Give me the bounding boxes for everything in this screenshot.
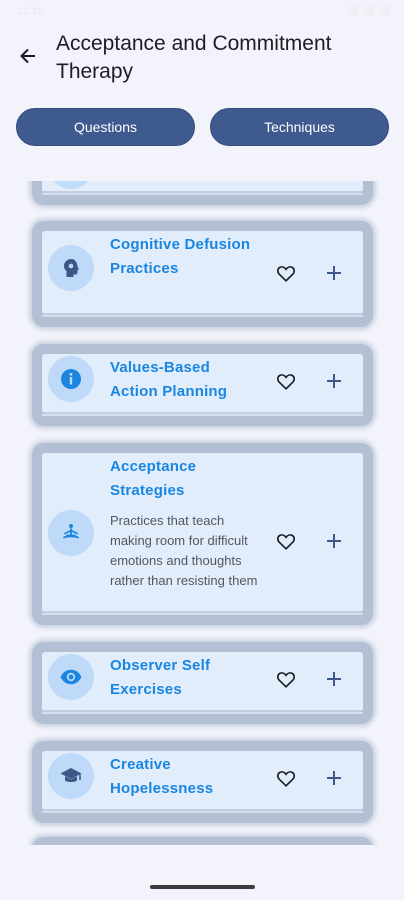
favorite-button[interactable] [272, 367, 300, 395]
segment-tabs: Questions Techniques [16, 108, 389, 146]
battery-icon [380, 6, 390, 16]
heart-outline-icon [276, 771, 296, 787]
item-title: Acceptance Strategies [110, 458, 197, 499]
page-title: Acceptance and Commitment Therapy [56, 32, 332, 83]
add-button[interactable] [320, 764, 348, 792]
tab-techniques[interactable]: Techniques [210, 108, 389, 146]
arrow-back-icon [20, 48, 35, 64]
graduation-cap-icon [48, 753, 94, 799]
list-item-partial[interactable] [32, 181, 373, 205]
add-button[interactable] [320, 259, 348, 287]
wifi-icon [364, 6, 374, 16]
plus-icon [327, 266, 341, 280]
heart-outline-icon [276, 266, 296, 282]
eye-icon [48, 654, 94, 700]
favorite-button[interactable] [272, 527, 300, 555]
add-button[interactable] [320, 367, 348, 395]
favorite-button[interactable] [272, 665, 300, 693]
brain-head-icon [48, 245, 94, 291]
technique-list[interactable]: Cognitive Defusion Practices Values-Base… [0, 181, 404, 845]
heart-outline-icon [276, 672, 296, 688]
list-item[interactable]: Cognitive Defusion Practices [32, 221, 373, 327]
item-title: Observer Self Exercises [110, 657, 211, 698]
list-item[interactable]: Observer Self Exercises [32, 642, 373, 724]
item-title: Values-Based Action Planning [110, 359, 228, 400]
partial-item-icon [48, 181, 94, 189]
info-icon [48, 356, 94, 402]
plus-icon [327, 672, 341, 686]
status-time: 12:18 [18, 6, 44, 17]
tab-questions[interactable]: Questions [16, 108, 195, 146]
favorite-button[interactable] [272, 259, 300, 287]
list-item[interactable]: Creative Hopelessness [32, 741, 373, 823]
meditation-icon [48, 510, 94, 556]
plus-icon [327, 771, 341, 785]
app-bar: Acceptance and Commitment Therapy [0, 24, 404, 94]
status-bar: 12:18 [0, 0, 404, 24]
status-icons [348, 6, 390, 16]
signal-icon [348, 6, 358, 16]
plus-icon [327, 534, 341, 548]
list-item[interactable]: Acceptance Strategies Practices that tea… [32, 443, 373, 625]
list-item[interactable]: Values-Based Action Planning [32, 344, 373, 426]
favorite-button[interactable] [272, 764, 300, 792]
heart-outline-icon [276, 374, 296, 390]
add-button[interactable] [320, 527, 348, 555]
back-button[interactable] [14, 42, 42, 70]
item-title: Creative Hopelessness [110, 756, 214, 797]
add-button[interactable] [320, 665, 348, 693]
list-item-partial[interactable] [32, 837, 373, 845]
home-indicator[interactable] [150, 885, 255, 889]
plus-icon [327, 374, 341, 388]
item-description: Practices that teach making room for dif… [110, 513, 258, 588]
heart-outline-icon [276, 534, 296, 550]
item-title: Cognitive Defusion Practices [110, 236, 251, 277]
